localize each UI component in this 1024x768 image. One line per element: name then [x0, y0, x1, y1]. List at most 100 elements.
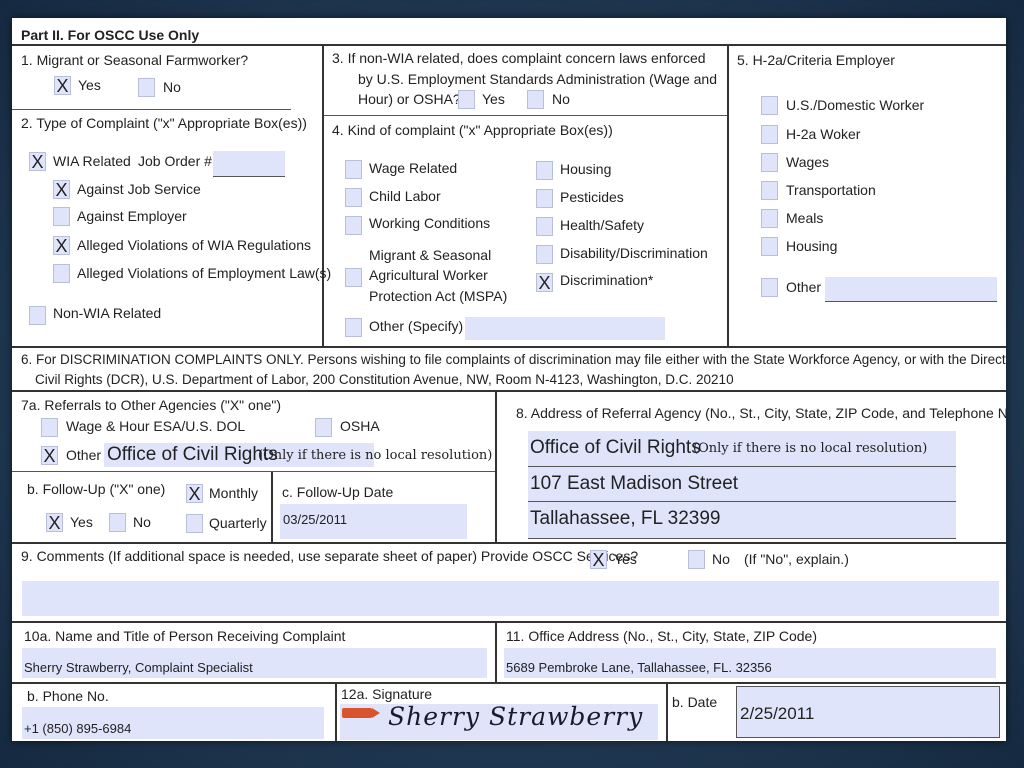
q5-housing-checkbox[interactable] — [761, 237, 778, 256]
wia-related-label: WIA Related — [53, 153, 131, 169]
against-job-service-label: Against Job Service — [77, 181, 201, 197]
q3-no-label: No — [552, 91, 570, 107]
divider — [12, 109, 291, 110]
disability-label: Disability/Discrimination — [560, 245, 708, 261]
non-wia-checkbox[interactable] — [29, 306, 46, 325]
q1-no-checkbox[interactable] — [138, 78, 155, 97]
q8-note: (Only if there is no local resolution) — [693, 441, 928, 456]
divider — [825, 301, 997, 302]
mspa-line1: Migrant & Seasonal — [369, 247, 492, 263]
alleged-wia-label: Alleged Violations of WIA Regulations — [77, 237, 311, 253]
divider — [495, 391, 497, 542]
q5-other-field[interactable] — [825, 277, 997, 301]
mspa-line3: Protection Act (MSPA) — [369, 288, 508, 304]
health-safety-checkbox[interactable] — [536, 217, 553, 236]
divider — [12, 390, 1006, 392]
other-specify-label: Other (Specify) — [369, 318, 464, 334]
q5-other-checkbox[interactable] — [761, 278, 778, 297]
working-conditions-label: Working Conditions — [369, 215, 491, 231]
quarterly-label: Quarterly — [209, 515, 267, 531]
mspa-line2: Agricultural Worker — [369, 267, 488, 283]
job-order-field[interactable] — [213, 151, 285, 176]
form-page: Part II. For OSCC Use Only 1. Migrant or… — [12, 18, 1006, 741]
disability-checkbox[interactable] — [536, 245, 553, 264]
q7a-label: 7a. Referrals to Other Agencies ("X" one… — [21, 397, 282, 413]
housing-label: Housing — [560, 161, 612, 177]
meals-checkbox[interactable] — [761, 209, 778, 228]
divider — [12, 346, 1006, 348]
divider — [322, 45, 324, 347]
against-job-service-checkbox[interactable]: X — [53, 180, 70, 199]
against-employer-checkbox[interactable] — [53, 207, 70, 226]
wages-checkbox[interactable] — [761, 153, 778, 172]
us-domestic-checkbox[interactable] — [761, 96, 778, 115]
q3-yes-label: Yes — [482, 91, 505, 107]
divider — [495, 622, 497, 682]
wage-hour-checkbox[interactable] — [41, 418, 58, 437]
q10b-label: b. Phone No. — [27, 688, 109, 704]
comments-field[interactable] — [22, 581, 999, 616]
q5-item: Meals — [786, 210, 824, 226]
non-wia-label: Non-WIA Related — [53, 305, 162, 321]
alleged-employment-checkbox[interactable] — [53, 264, 70, 283]
oscc-no-checkbox[interactable] — [688, 550, 705, 569]
q12a-label: 12a. Signature — [341, 686, 433, 702]
q7a-other-note: (Only if there is no local resolution) — [258, 448, 493, 463]
discrimination-label: Discrimination* — [560, 272, 654, 288]
q3-yes-checkbox[interactable] — [458, 90, 475, 109]
monthly-label: Monthly — [209, 485, 259, 501]
alleged-wia-checkbox[interactable]: X — [53, 236, 70, 255]
followup-no-checkbox[interactable] — [109, 513, 126, 532]
q9-label: 9. Comments (If additional space is need… — [21, 548, 639, 564]
office-address-value: 5689 Pembroke Lane, Tallahassee, FL. 323… — [506, 660, 772, 675]
divider — [271, 472, 273, 542]
divider — [528, 466, 956, 467]
q5-item: H-2a Woker — [786, 126, 861, 142]
monthly-checkbox[interactable]: X — [186, 484, 203, 503]
followup-no-label: No — [133, 514, 151, 530]
q8-line1: Office of Civil Rights — [530, 437, 701, 458]
receiver-name-value: Sherry Strawberry, Complaint Specialist — [24, 660, 253, 675]
mspa-checkbox[interactable] — [345, 268, 362, 287]
divider — [324, 115, 727, 116]
other-specify-field[interactable] — [465, 317, 665, 340]
pesticides-checkbox[interactable] — [536, 189, 553, 208]
q1-no-label: No — [163, 79, 181, 95]
h2a-checkbox[interactable] — [761, 125, 778, 144]
against-employer-label: Against Employer — [77, 208, 187, 224]
q1-label: 1. Migrant or Seasonal Farmworker? — [21, 52, 249, 68]
q5-item: Housing — [786, 238, 838, 254]
divider — [12, 621, 1006, 623]
other-specify-checkbox[interactable] — [345, 318, 362, 337]
wage-related-checkbox[interactable] — [345, 160, 362, 179]
q7b-label: b. Follow-Up ("X" one) — [27, 481, 166, 497]
q5-item: U.S./Domestic Worker — [786, 97, 925, 113]
wia-related-checkbox[interactable]: X — [29, 152, 46, 171]
sign-here-flag-icon — [342, 708, 380, 718]
q7a-other-value: Office of Civil Rights — [107, 444, 278, 465]
discrimination-checkbox[interactable]: X — [536, 273, 553, 292]
q5-label: 5. H-2a/Criteria Employer — [737, 52, 895, 68]
q3-no-checkbox[interactable] — [527, 90, 544, 109]
transportation-checkbox[interactable] — [761, 181, 778, 200]
wage-hour-label: Wage & Hour ESA/U.S. DOL — [66, 418, 246, 434]
q4-label: 4. Kind of complaint ("x" Appropriate Bo… — [332, 122, 613, 138]
oscc-yes-checkbox[interactable]: X — [590, 550, 607, 569]
health-safety-label: Health/Safety — [560, 217, 645, 233]
q7a-other-checkbox[interactable]: X — [41, 446, 58, 465]
osha-checkbox[interactable] — [315, 418, 332, 437]
child-labor-checkbox[interactable] — [345, 188, 362, 207]
working-conditions-checkbox[interactable] — [345, 216, 362, 235]
housing-checkbox[interactable] — [536, 161, 553, 180]
q3-line1: 3. If non-WIA related, does complaint co… — [332, 50, 706, 66]
oscc-explain: (If "No", explain.) — [744, 551, 849, 567]
signature-value: Sherry Strawberry — [388, 702, 644, 731]
q1-yes-checkbox[interactable]: X — [54, 76, 71, 95]
q2-label: 2. Type of Complaint ("x" Appropriate Bo… — [21, 115, 307, 131]
q3-line2: by U.S. Employment Standards Administrat… — [358, 71, 717, 87]
wage-related-label: Wage Related — [369, 160, 458, 176]
job-order-label: Job Order # — [138, 153, 212, 169]
followup-yes-checkbox[interactable]: X — [46, 513, 63, 532]
divider — [213, 176, 285, 177]
quarterly-checkbox[interactable] — [186, 514, 203, 533]
